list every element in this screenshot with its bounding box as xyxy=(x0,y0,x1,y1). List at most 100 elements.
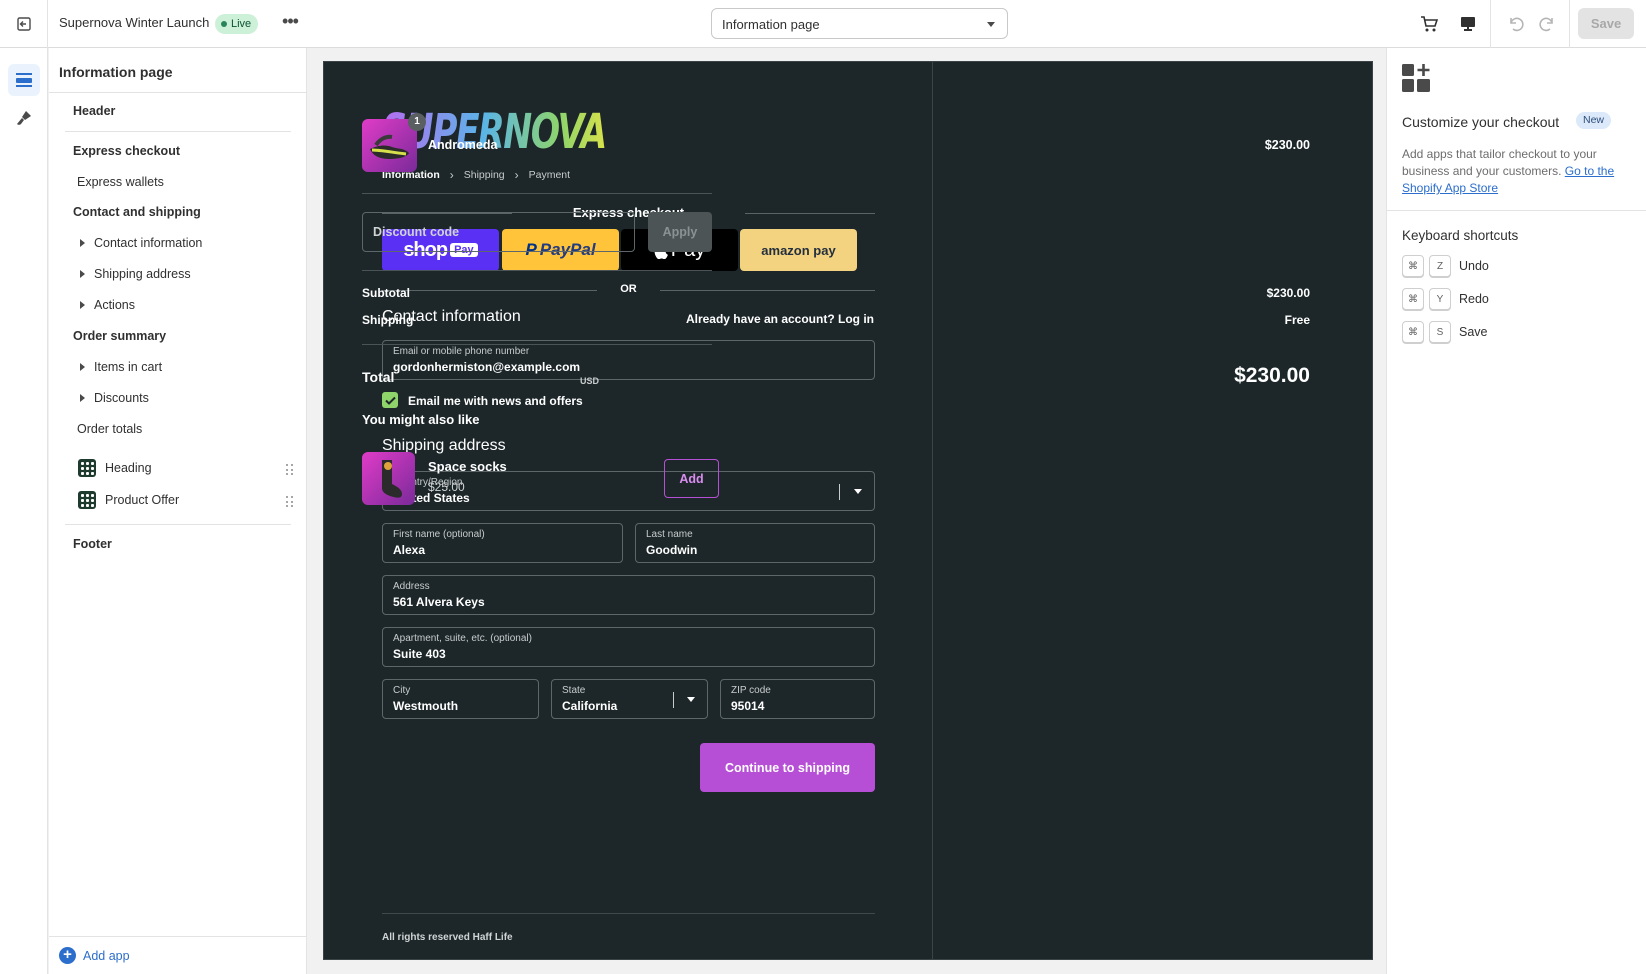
chevron-right-icon: › xyxy=(514,168,519,182)
product-name: Andromeda xyxy=(428,138,498,152)
app-block-heading[interactable]: Heading xyxy=(105,461,152,475)
login-link[interactable]: Already have an account? Log in xyxy=(686,312,874,326)
shipping-value: Free xyxy=(1284,313,1310,327)
subtotal-value: $230.00 xyxy=(1266,286,1310,300)
caret-right-icon[interactable] xyxy=(80,270,85,278)
select-divider xyxy=(839,484,840,500)
chevron-down-icon xyxy=(687,697,695,702)
state-select[interactable]: State California xyxy=(551,679,708,719)
email-field-label: Email or mobile phone number xyxy=(393,346,530,357)
continue-to-shipping-button[interactable]: Continue to shipping xyxy=(700,743,875,792)
block-contact-information[interactable]: Contact information xyxy=(94,236,202,250)
section-footer[interactable]: Footer xyxy=(73,537,112,551)
or-divider-label: OR xyxy=(620,283,637,295)
address-value: 561 Alvera Keys xyxy=(393,595,485,609)
apartment-label: Apartment, suite, etc. (optional) xyxy=(393,633,532,644)
last-name-label: Last name xyxy=(646,529,693,540)
exit-icon[interactable] xyxy=(0,0,48,48)
section-contact-shipping[interactable]: Contact and shipping xyxy=(73,205,201,219)
address-field[interactable]: Address 561 Alvera Keys xyxy=(382,575,875,615)
news-checkbox-label: Email me with news and offers xyxy=(408,394,583,408)
quantity-badge: 1 xyxy=(408,113,426,131)
drag-handle-icon[interactable] xyxy=(286,464,294,476)
brush-icon[interactable] xyxy=(8,102,40,134)
status-badge-label: Live xyxy=(231,18,252,30)
apartment-value: Suite 403 xyxy=(393,647,446,661)
block-actions[interactable]: Actions xyxy=(94,298,135,312)
redo-icon[interactable] xyxy=(1535,12,1559,36)
checkout-main-column: SUPERNOVA Information › Shipping › Payme… xyxy=(324,62,933,959)
block-order-totals[interactable]: Order totals xyxy=(77,422,142,436)
top-bar: Supernova Winter Launch Live ••• Informa… xyxy=(0,0,1646,48)
news-checkbox[interactable] xyxy=(382,392,398,408)
plus-circle-icon[interactable]: + xyxy=(59,947,76,964)
caret-right-icon[interactable] xyxy=(80,394,85,402)
last-name-field[interactable]: Last name Goodwin xyxy=(635,523,875,563)
undo-icon[interactable] xyxy=(1504,12,1528,36)
shortcut-undo-label: Undo xyxy=(1459,259,1489,273)
section-express-checkout[interactable]: Express checkout xyxy=(73,144,180,158)
shortcut-redo-label: Redo xyxy=(1459,292,1489,306)
apartment-field[interactable]: Apartment, suite, etc. (optional) Suite … xyxy=(382,627,875,667)
sections-icon[interactable] xyxy=(8,64,40,96)
add-app-link[interactable]: Add app xyxy=(83,949,130,963)
command-key: ⌘ xyxy=(1402,255,1424,277)
app-block-icon xyxy=(78,459,96,477)
status-badge: Live xyxy=(215,14,259,34)
caret-right-icon[interactable] xyxy=(80,301,85,309)
keyboard-shortcuts-title: Keyboard shortcuts xyxy=(1402,228,1519,243)
page-select-value: Information page xyxy=(722,17,820,32)
breadcrumb-shipping[interactable]: Shipping xyxy=(464,169,505,181)
save-button[interactable]: Save xyxy=(1578,8,1634,39)
app-block-icon xyxy=(78,491,96,509)
left-rail xyxy=(0,48,48,974)
chevron-down-icon xyxy=(854,489,862,494)
caret-right-icon[interactable] xyxy=(80,239,85,247)
zip-label: ZIP code xyxy=(731,685,771,696)
more-actions-button[interactable]: ••• xyxy=(277,12,303,36)
breadcrumb-payment[interactable]: Payment xyxy=(529,169,570,181)
zip-value: 95014 xyxy=(731,699,765,713)
section-order-summary[interactable]: Order summary xyxy=(73,329,166,343)
divider xyxy=(362,193,712,194)
page-select[interactable]: Information page xyxy=(711,8,1008,39)
state-value: California xyxy=(562,699,618,713)
amazon-pay-button[interactable]: amazon pay xyxy=(740,229,857,271)
section-header[interactable]: Header xyxy=(73,104,115,118)
panel-divider xyxy=(65,131,291,132)
checkout-preview: SUPERNOVA Information › Shipping › Payme… xyxy=(323,61,1373,960)
amazon-pay-wordmark: amazon pay xyxy=(761,242,836,258)
address-label: Address xyxy=(393,581,430,592)
block-express-wallets[interactable]: Express wallets xyxy=(77,175,164,189)
panel-divider xyxy=(49,92,307,93)
zip-field[interactable]: ZIP code 95014 xyxy=(720,679,875,719)
left-panel: Information page Header Express checkout… xyxy=(49,48,307,974)
product-price: $230.00 xyxy=(1264,138,1310,152)
store-name: Supernova Winter Launch xyxy=(59,15,210,30)
block-items-in-cart[interactable]: Items in cart xyxy=(94,360,162,374)
apply-discount-button[interactable]: Apply xyxy=(648,212,712,252)
city-field[interactable]: City Westmouth xyxy=(382,679,539,719)
block-discounts[interactable]: Discounts xyxy=(94,391,149,405)
upsell-add-button[interactable]: Add xyxy=(664,459,719,498)
shortcut-save-label: Save xyxy=(1459,325,1488,339)
upsell-product-name: Space socks xyxy=(428,459,507,474)
customize-description: Add apps that tailor checkout to your bu… xyxy=(1402,146,1634,197)
discount-placeholder: Discount code xyxy=(373,225,460,239)
total-label: Total xyxy=(362,369,395,385)
city-value: Westmouth xyxy=(393,699,459,713)
toolbar-divider xyxy=(1569,0,1570,48)
new-badge: New xyxy=(1576,112,1612,129)
email-field-value: gordonhermiston@example.com xyxy=(393,360,581,374)
divider xyxy=(362,344,712,345)
email-field[interactable]: Email or mobile phone number gordonhermi… xyxy=(382,340,875,380)
discount-code-input[interactable]: Discount code xyxy=(362,212,635,252)
first-name-field[interactable]: First name (optional) Alexa xyxy=(382,523,623,563)
caret-right-icon[interactable] xyxy=(80,363,85,371)
z-key: Z xyxy=(1429,255,1451,277)
cart-icon[interactable] xyxy=(1417,12,1441,36)
app-block-product-offer[interactable]: Product Offer xyxy=(105,493,179,507)
desktop-view-icon[interactable] xyxy=(1456,12,1480,36)
block-shipping-address[interactable]: Shipping address xyxy=(94,267,191,281)
drag-handle-icon[interactable] xyxy=(286,496,294,508)
